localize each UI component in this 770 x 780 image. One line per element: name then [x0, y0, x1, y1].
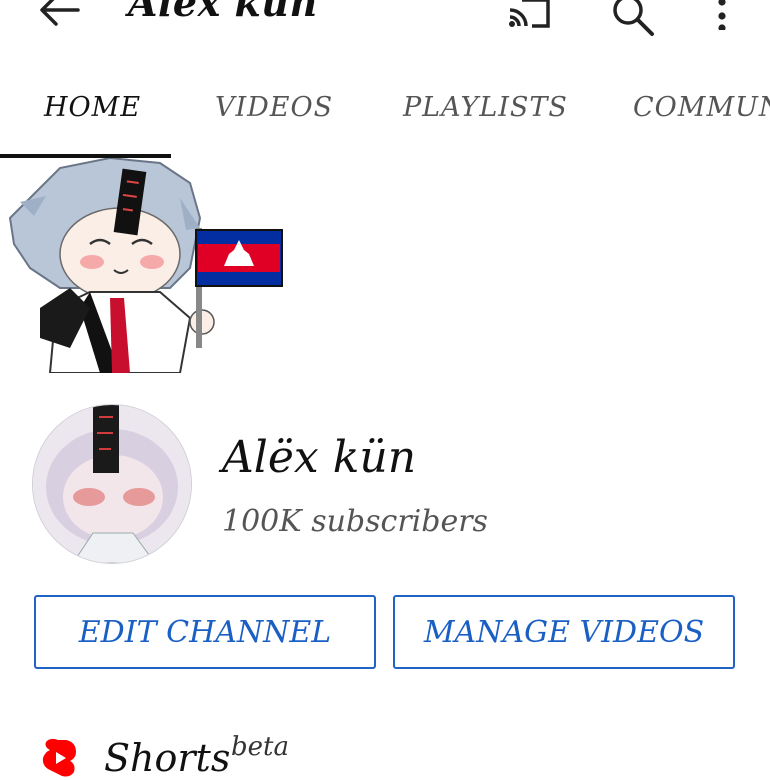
channel-avatar[interactable]	[32, 404, 192, 564]
manage-videos-button[interactable]: MANAGE VIDEOS	[393, 595, 735, 669]
tab-community[interactable]: COMMUNITY	[633, 92, 770, 123]
edit-channel-button[interactable]: EDIT CHANNEL	[34, 595, 376, 669]
tab-playlists[interactable]: PLAYLISTS	[403, 92, 568, 123]
shorts-title: Shorts	[104, 736, 231, 780]
tab-home[interactable]: HOME	[44, 92, 141, 123]
back-arrow-icon[interactable]	[38, 0, 82, 28]
tab-videos[interactable]: VIDEOS	[215, 92, 333, 123]
cast-icon[interactable]	[506, 0, 552, 30]
channel-tabs: HOME VIDEOS PLAYLISTS COMMUNITY	[0, 82, 770, 158]
channel-banner-image	[8, 158, 283, 373]
more-vert-icon[interactable]	[708, 0, 736, 30]
search-icon[interactable]	[610, 0, 656, 38]
page-title: Alex kün	[128, 0, 318, 25]
shorts-icon	[42, 738, 76, 777]
beta-badge: beta	[231, 732, 289, 762]
subscriber-count: 100K subscribers	[222, 504, 488, 539]
app-bar: Alex kün	[0, 0, 770, 40]
channel-name: Alëx kün	[222, 432, 417, 483]
